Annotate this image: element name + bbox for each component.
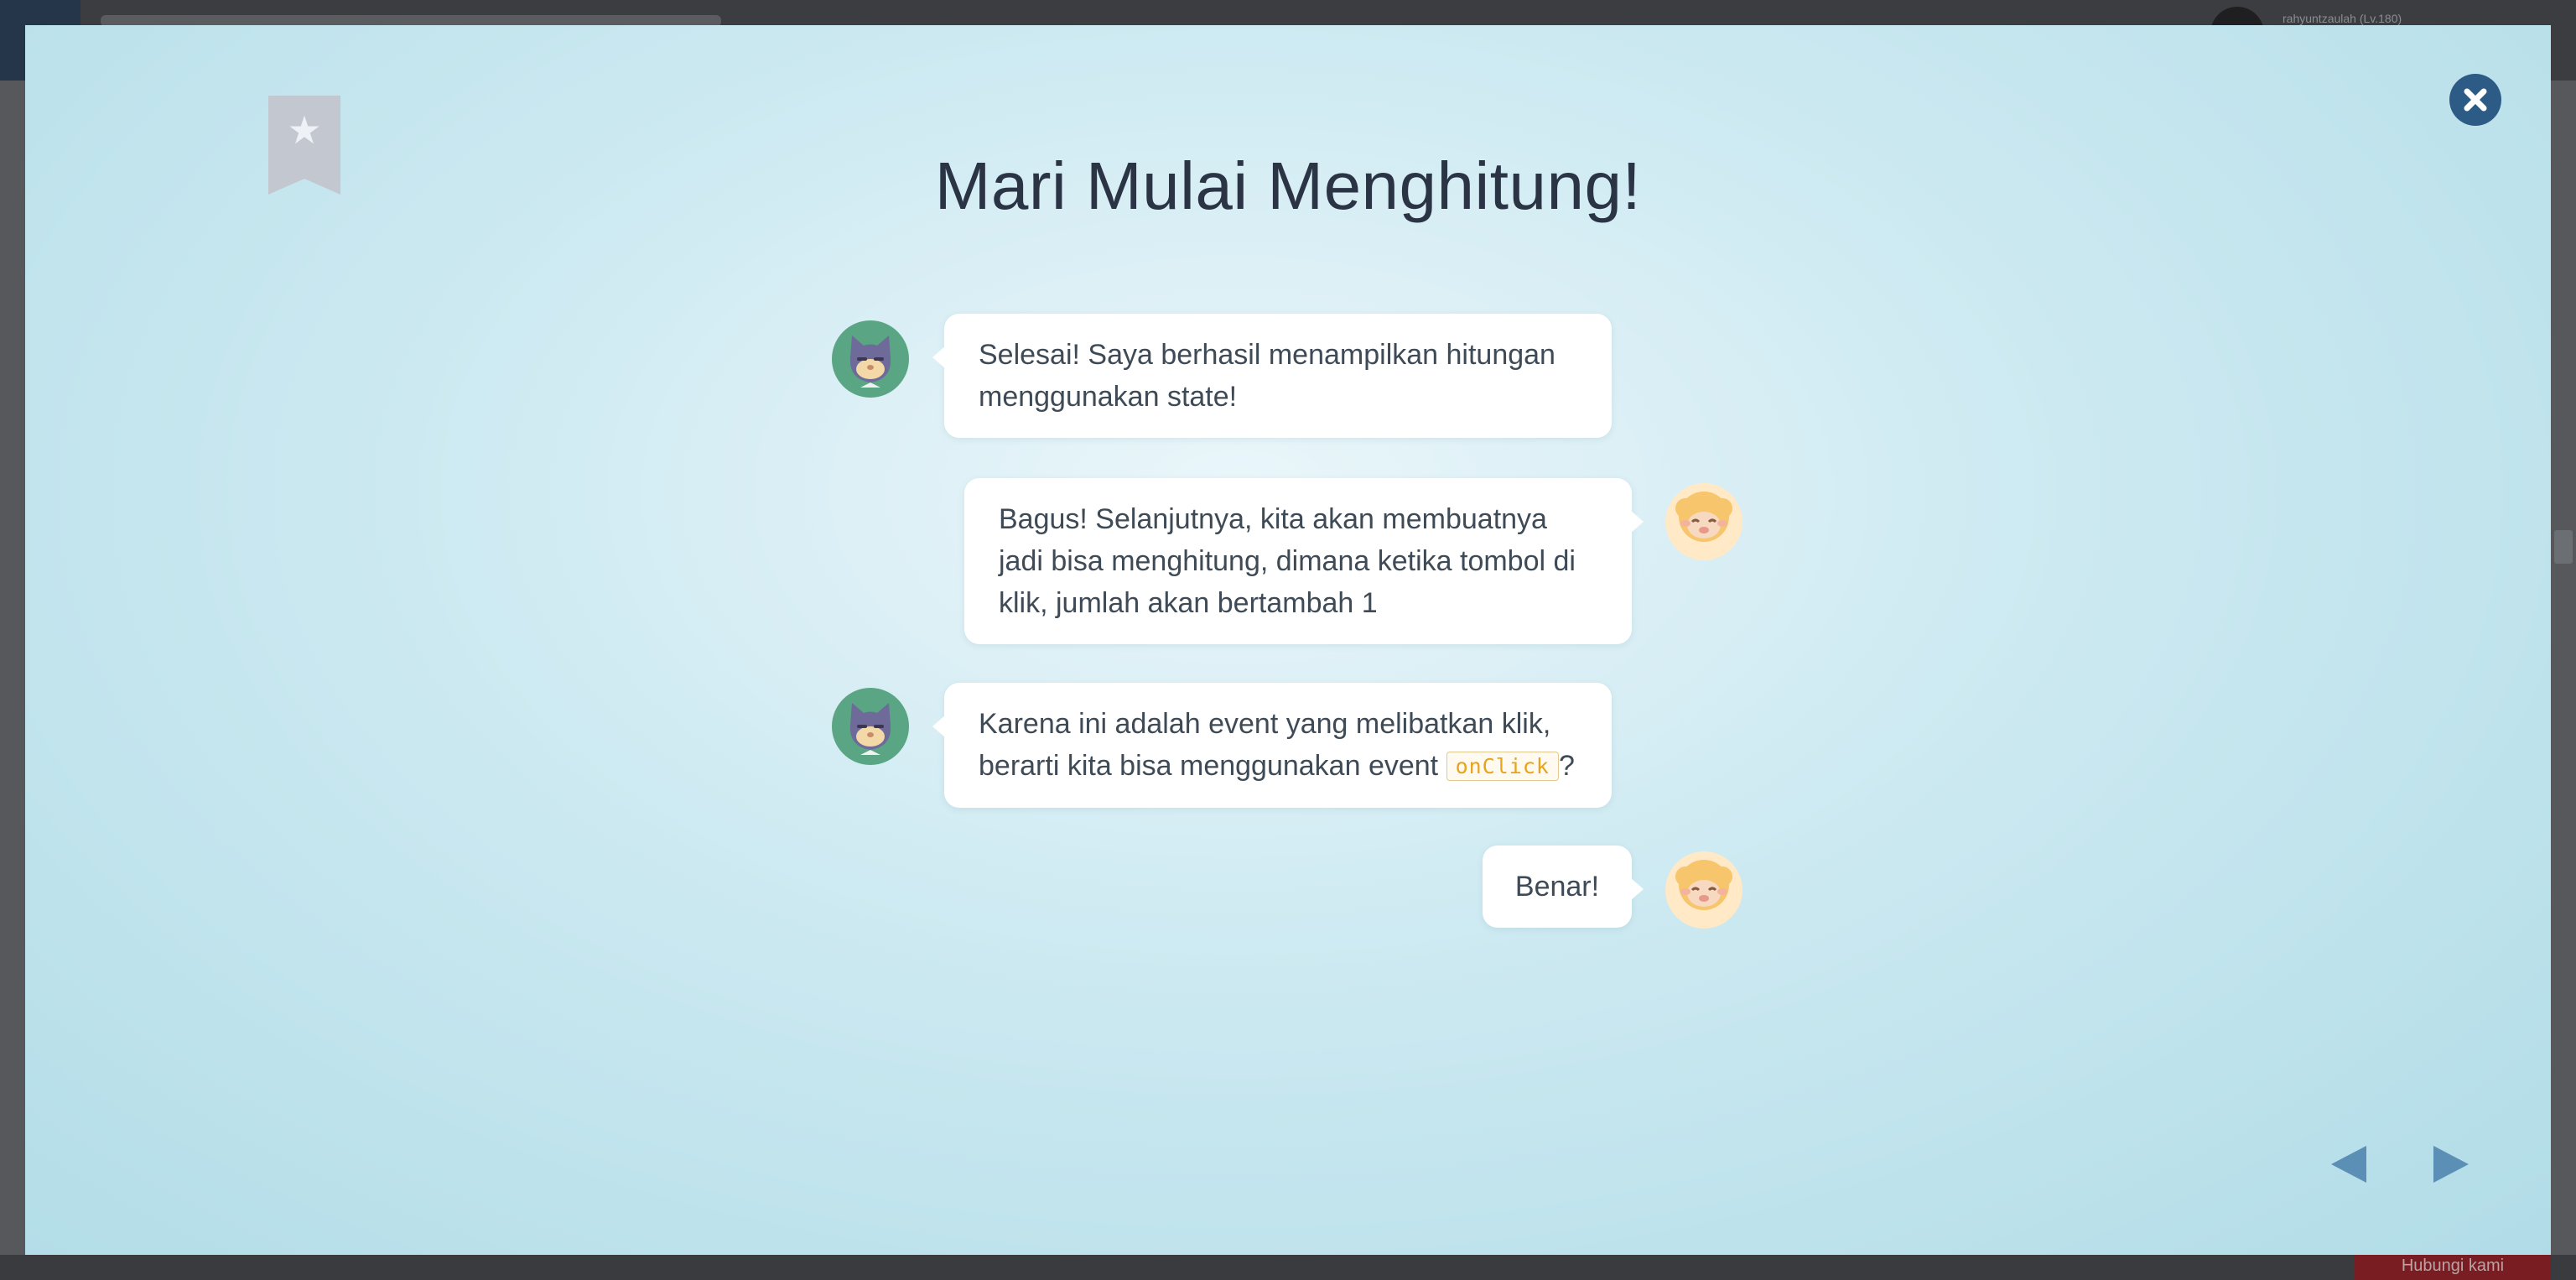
background-left-panel — [0, 81, 25, 1280]
contact-button: Hubungi kami — [2355, 1251, 2551, 1280]
story-modal: ★ Mari Mulai Menghitung! Selesai! Saya b… — [25, 25, 2551, 1255]
chat-bubble-3: Karena ini adalah event yang melibatkan … — [932, 683, 1612, 808]
sheep-icon — [1675, 860, 1732, 910]
message-text-3b: ? — [1558, 750, 1575, 782]
chat-bubble-2: Bagus! Selanjutnya, kita akan membuatnya… — [964, 478, 1644, 644]
cat-avatar — [832, 688, 909, 765]
triangle-left-icon — [2331, 1146, 2366, 1183]
close-icon — [2464, 88, 2487, 112]
message-text-4: Benar! — [1514, 871, 1600, 903]
modal-title: Mari Mulai Menghitung! — [934, 148, 1642, 223]
message-text-1: Selesai! Saya berhasil menampilkan hitun… — [979, 339, 1555, 413]
chat-bubble-4: Benar! — [1483, 846, 1644, 928]
next-button[interactable] — [2432, 1142, 2472, 1186]
code-onclick: onClick — [1446, 752, 1559, 781]
message-text-2: Bagus! Selanjutnya, kita akan membuatnya… — [999, 503, 1576, 619]
cat-icon — [849, 703, 891, 755]
sheep-avatar — [1665, 483, 1742, 560]
triangle-right-icon — [2433, 1146, 2469, 1183]
background-scrollbar — [2551, 81, 2576, 1280]
username-label: rahyuntzaulah (Lv.180) — [2283, 12, 2402, 25]
prev-button[interactable] — [2328, 1142, 2368, 1186]
cat-avatar — [832, 320, 909, 398]
background-bottom-bar — [0, 1255, 2576, 1280]
sheep-icon — [1675, 492, 1732, 542]
cat-icon — [849, 336, 891, 388]
bookmark-star-icon: ★ — [287, 107, 322, 153]
scrollbar-thumb — [2554, 530, 2573, 564]
close-button[interactable] — [2449, 74, 2501, 126]
sheep-avatar — [1665, 851, 1742, 929]
chat-bubble-1: Selesai! Saya berhasil menampilkan hitun… — [932, 314, 1612, 438]
